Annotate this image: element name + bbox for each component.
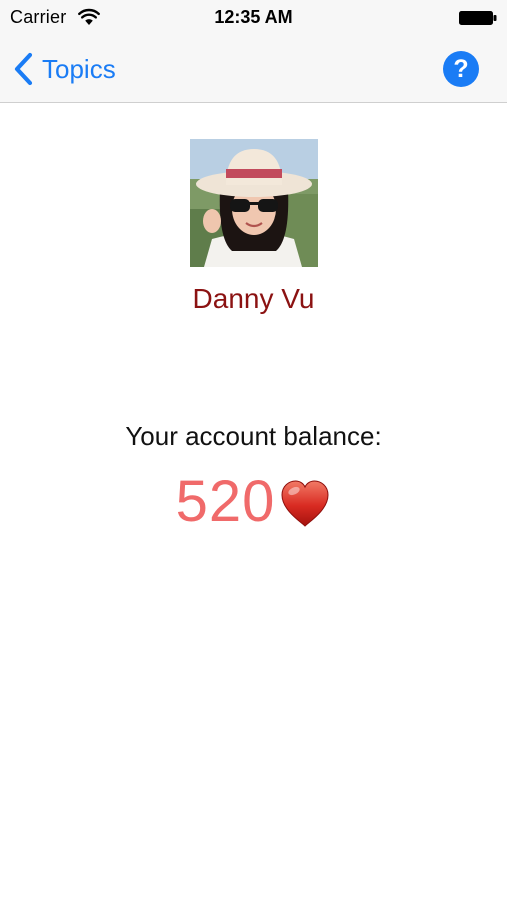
help-icon[interactable]: ? [443, 51, 479, 87]
status-bar: Carrier 12:35 AM [0, 0, 507, 36]
clock: 12:35 AM [214, 7, 293, 27]
chevron-left-icon [14, 52, 33, 86]
back-label: Topics [42, 53, 116, 84]
balance-label: Your account balance: [125, 421, 382, 451]
heart-icon [281, 479, 329, 527]
back-button[interactable]: Topics [12, 50, 116, 88]
navigation-bar: Topics ? [0, 36, 507, 103]
battery-icon [459, 11, 497, 25]
avatar-photo [190, 139, 318, 267]
balance-value: 520 [175, 469, 276, 534]
balance-row: 520 [0, 468, 507, 535]
avatar [190, 139, 318, 267]
user-name: Danny Vu [192, 283, 315, 314]
